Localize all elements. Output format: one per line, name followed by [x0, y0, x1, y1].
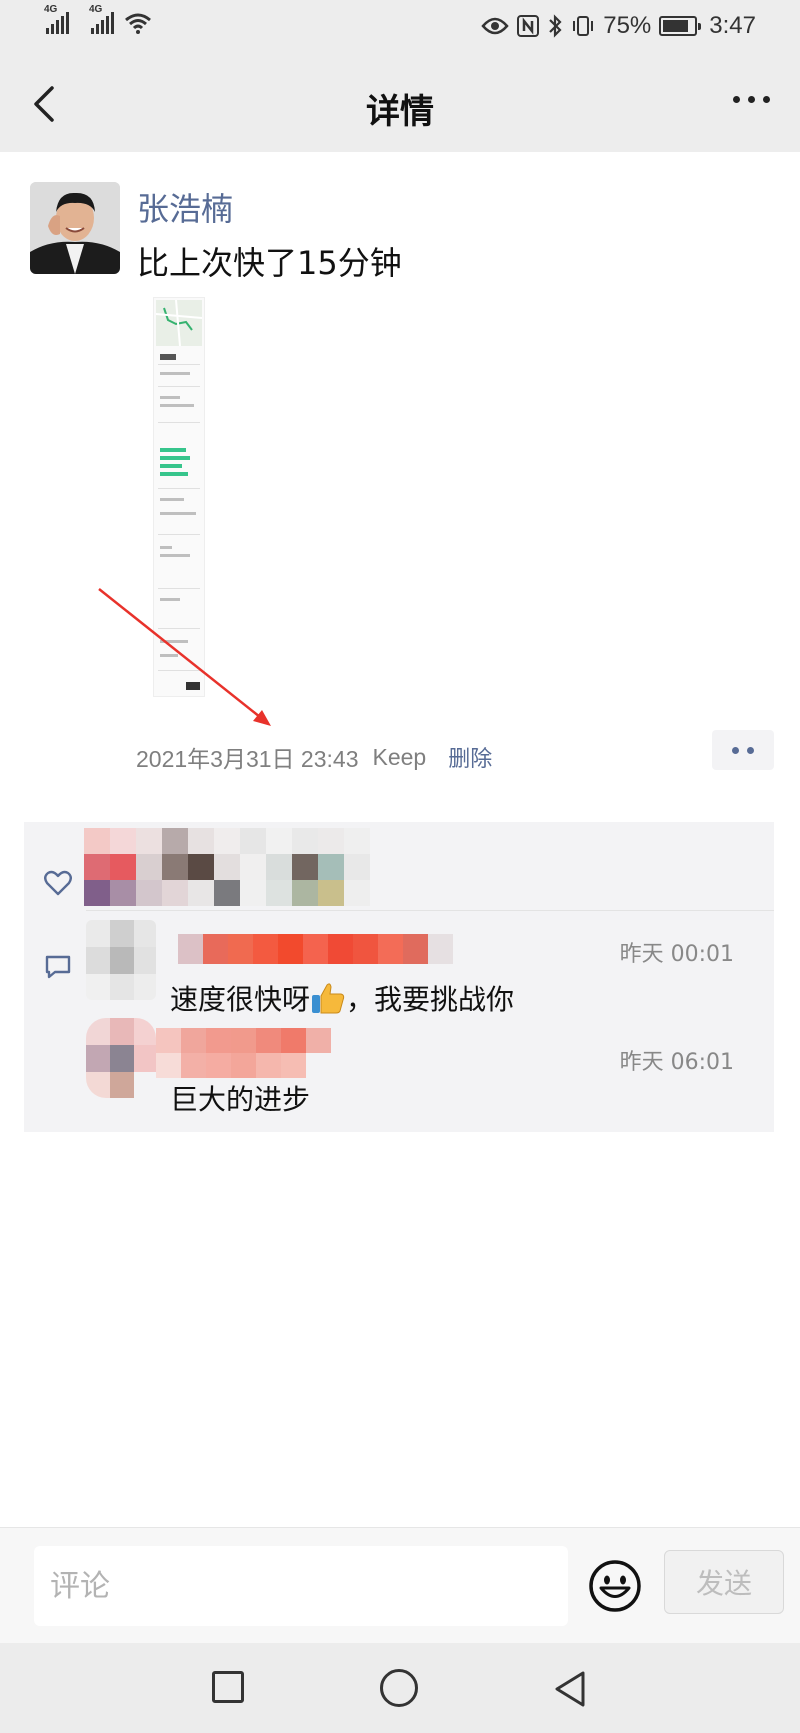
delete-link[interactable]: 删除	[448, 741, 492, 773]
comment-input[interactable]	[34, 1546, 568, 1626]
cellular-signal-icon: 4G	[89, 4, 114, 34]
commenter-avatar-blurred[interactable]	[86, 920, 156, 1000]
cellular-signal-icon: 4G	[44, 4, 69, 34]
battery-percent: 75%	[603, 12, 652, 39]
nfc-icon	[517, 15, 540, 37]
post-timestamp: 2021年3月31日 23:43	[136, 746, 359, 772]
commenter-avatar-blurred[interactable]	[86, 1018, 156, 1098]
home-icon[interactable]	[380, 1669, 418, 1707]
commenter-name-blurred[interactable]	[178, 934, 478, 964]
post-meta: 2021年3月31日 23:43 Keep 删除	[136, 740, 492, 774]
recent-apps-icon[interactable]	[212, 1671, 244, 1703]
annotation-arrow	[98, 588, 271, 726]
wifi-icon	[125, 13, 151, 34]
author-name[interactable]: 张浩楠	[137, 184, 233, 230]
comment-item[interactable]: 昨天 00:01 速度很快呀 ，我要挑战你	[24, 920, 774, 1020]
system-navigation-bar	[0, 1643, 800, 1733]
comment-item[interactable]: 昨天 06:01 巨大的进步	[24, 1018, 774, 1118]
vibrate-icon	[573, 16, 594, 36]
comment-text: 巨大的进步	[170, 1083, 311, 1116]
comment-input-bar: 发送	[0, 1527, 800, 1643]
comment-time: 昨天 06:01	[619, 1050, 734, 1075]
commenter-name-blurred[interactable]	[156, 1028, 356, 1078]
thumbs-up-emoji-icon	[312, 983, 345, 1014]
system-back-icon[interactable]	[552, 1669, 588, 1709]
like-comment-menu-button[interactable]	[712, 730, 774, 770]
likers-avatars-blurred	[84, 828, 424, 908]
comment-time: 昨天 00:01	[619, 942, 734, 967]
author-avatar[interactable]	[30, 182, 120, 274]
likes-comments-panel: 昨天 00:01 速度很快呀 ，我要挑战你 昨天 06:01 巨大的进步	[24, 822, 774, 1132]
comment-text: 速度很快呀 ，我要挑战你	[170, 983, 515, 1016]
eye-icon	[481, 17, 509, 35]
heart-icon	[44, 870, 72, 896]
more-options-icon[interactable]	[733, 96, 770, 103]
send-button[interactable]: 发送	[664, 1550, 784, 1614]
emoji-icon[interactable]	[588, 1559, 642, 1613]
post-text: 比上次快了15分钟	[137, 244, 402, 282]
page-title: 详情	[366, 92, 434, 132]
nav-bar: 详情	[0, 56, 800, 152]
clock: 3:47	[709, 12, 756, 39]
battery-icon	[659, 16, 702, 36]
post-source: Keep	[372, 743, 427, 770]
status-bar: 4G 4G 75% 3:47	[0, 0, 800, 56]
bluetooth-icon	[549, 14, 562, 38]
